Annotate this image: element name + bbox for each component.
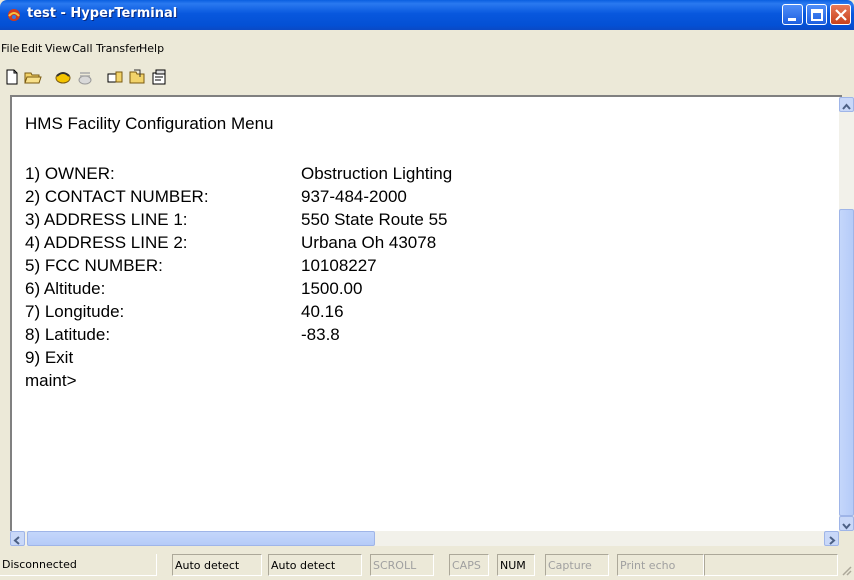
- scroll-left-button[interactable]: [10, 531, 25, 546]
- scroll-down-button[interactable]: [839, 516, 854, 531]
- status-capture: Capture: [545, 554, 609, 576]
- menu-call[interactable]: Call: [72, 42, 93, 55]
- minimize-icon: [788, 18, 796, 21]
- config-row: 9) Exit: [25, 346, 73, 369]
- chevron-up-icon: [842, 103, 851, 110]
- scroll-right-button[interactable]: [824, 531, 839, 546]
- status-detect-1: Auto detect: [172, 554, 262, 576]
- horizontal-scroll-thumb[interactable]: [27, 531, 375, 546]
- config-row: 2) CONTACT NUMBER: 937-484-2000: [25, 185, 407, 208]
- menu-edit[interactable]: Edit: [21, 42, 42, 55]
- config-value: Obstruction Lighting: [301, 164, 453, 183]
- maximize-button[interactable]: [806, 4, 827, 25]
- status-bar: Disconnected Auto detect Auto detect SCR…: [0, 552, 854, 580]
- menu-help[interactable]: Help: [139, 42, 164, 55]
- status-caps: CAPS: [449, 554, 489, 576]
- new-document-icon[interactable]: [3, 68, 21, 86]
- send-icon[interactable]: [106, 68, 124, 86]
- scroll-up-button[interactable]: [839, 97, 854, 112]
- config-value: 550 State Route 55: [301, 210, 448, 229]
- title-bar[interactable]: test - HyperTerminal: [0, 0, 854, 30]
- close-button[interactable]: [830, 4, 851, 25]
- status-empty: [704, 554, 838, 576]
- config-value: 40.16: [301, 302, 344, 321]
- open-folder-icon[interactable]: [24, 68, 42, 86]
- resize-grip-icon[interactable]: [840, 564, 852, 576]
- config-label: 9) Exit: [25, 348, 74, 367]
- status-print-echo: Print echo: [617, 554, 704, 576]
- menu-file[interactable]: File: [1, 42, 19, 55]
- config-row: 3) ADDRESS LINE 1: 550 State Route 55: [25, 208, 448, 231]
- properties-icon[interactable]: [150, 68, 168, 86]
- config-label: 8) Latitude:: [25, 325, 111, 344]
- menu-transfer[interactable]: Transfer: [96, 42, 140, 55]
- config-label: 2) CONTACT NUMBER:: [25, 187, 209, 206]
- chevron-left-icon: [13, 536, 20, 545]
- maximize-icon: [811, 9, 823, 21]
- config-value: 937-484-2000: [301, 187, 407, 206]
- status-scroll: SCROLL: [370, 554, 434, 576]
- terminal-prompt: maint>: [25, 371, 77, 390]
- status-connection: Disconnected: [0, 554, 157, 576]
- config-value: Urbana Oh 43078: [301, 233, 437, 252]
- config-row: 7) Longitude: 40.16: [25, 300, 344, 323]
- config-row: 6) Altitude: 1500.00: [25, 277, 362, 300]
- receive-icon[interactable]: [128, 68, 146, 86]
- config-label: 6) Altitude:: [25, 279, 106, 298]
- vertical-scroll-thumb[interactable]: [839, 209, 854, 516]
- config-label: 7) Longitude:: [25, 302, 125, 321]
- config-row: 5) FCC NUMBER: 10108227: [25, 254, 377, 277]
- toolbar: [0, 66, 854, 90]
- config-value: -83.8: [301, 325, 340, 344]
- config-value: 1500.00: [301, 279, 363, 298]
- status-detect-2: Auto detect: [268, 554, 362, 576]
- menu-heading: HMS Facility Configuration Menu: [25, 114, 274, 133]
- config-label: 4) ADDRESS LINE 2:: [25, 233, 188, 252]
- minimize-button[interactable]: [782, 4, 803, 25]
- menu-view[interactable]: View: [45, 42, 71, 55]
- config-value: 10108227: [301, 256, 377, 275]
- chevron-right-icon: [829, 536, 836, 545]
- disconnect-icon[interactable]: [76, 68, 94, 86]
- config-label: 3) ADDRESS LINE 1:: [25, 210, 188, 229]
- config-row: 4) ADDRESS LINE 2: Urbana Oh 43078: [25, 231, 436, 254]
- status-num: NUM: [497, 554, 535, 576]
- config-row: 8) Latitude: -83.8: [25, 323, 340, 346]
- close-icon: [835, 9, 847, 21]
- config-label: 1) OWNER:: [25, 164, 115, 183]
- config-label: 5) FCC NUMBER:: [25, 256, 163, 275]
- scroll-corner: [839, 531, 854, 546]
- hyperterminal-icon: [8, 9, 20, 21]
- config-row: 1) OWNER: Obstruction Lighting: [25, 162, 452, 185]
- window-title: test - HyperTerminal: [27, 6, 178, 21]
- call-icon[interactable]: [54, 68, 72, 86]
